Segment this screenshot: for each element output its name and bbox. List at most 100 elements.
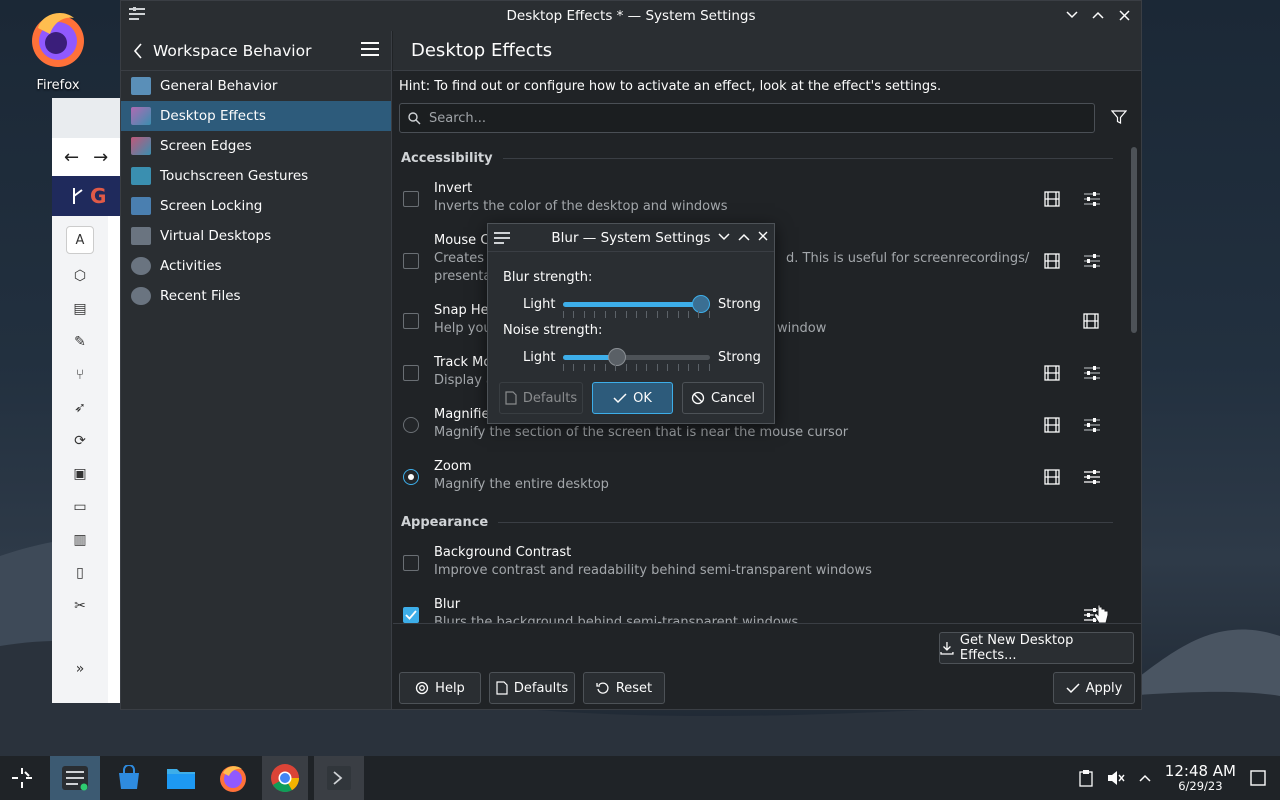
strong-label: Strong xyxy=(718,350,761,365)
sidebar-item-label: Touchscreen Gestures xyxy=(160,168,309,184)
video-icon[interactable] xyxy=(1044,191,1060,207)
help-button[interactable]: Help xyxy=(399,672,481,704)
list-scrollbar[interactable] xyxy=(1131,147,1137,333)
application-launcher[interactable] xyxy=(0,756,44,800)
sidebar-item-screen-locking[interactable]: Screen Locking xyxy=(121,191,391,221)
volume-muted-icon[interactable] xyxy=(1107,770,1125,786)
magnifier-radio[interactable] xyxy=(403,417,419,433)
sidebar-item-screen-edges[interactable]: Screen Edges xyxy=(121,131,391,161)
taskbar-terminal[interactable] xyxy=(314,756,364,800)
shield-icon[interactable]: ⬡ xyxy=(68,264,92,287)
configure-icon[interactable] xyxy=(1083,191,1101,207)
refresh-icon[interactable]: ⟳ xyxy=(68,429,92,452)
sidebar-item-virtual-desktops[interactable]: Virtual Desktops xyxy=(121,221,391,251)
blur-checkbox[interactable] xyxy=(403,607,419,623)
reset-button[interactable]: Reset xyxy=(583,672,665,704)
video-icon[interactable] xyxy=(1083,313,1099,329)
effect-row-invert[interactable]: Invert Inverts the color of the desktop … xyxy=(393,175,1129,227)
taskbar-system-settings[interactable] xyxy=(50,756,100,800)
minimize-chevron-icon[interactable] xyxy=(1063,6,1081,24)
configure-icon[interactable] xyxy=(1083,469,1101,485)
tray-expand-chevron-icon[interactable] xyxy=(1139,774,1151,782)
maximize-chevron-icon[interactable] xyxy=(1089,6,1107,24)
noise-strength-slider[interactable] xyxy=(563,348,710,366)
taskbar-chrome[interactable] xyxy=(262,756,308,800)
search-input[interactable]: Search... xyxy=(399,103,1095,133)
track-mouse-checkbox[interactable] xyxy=(403,365,419,381)
clock[interactable]: 12:48 AM 6/29/23 xyxy=(1165,763,1236,792)
rocket-icon[interactable]: ➶ xyxy=(68,396,92,419)
background-browser-window[interactable]: ← → G A ⬡ ▤ ✎ ⑂ ➶ ⟳ ▣ ▭ ▥ ▯ ✂ » xyxy=(52,98,122,703)
video-icon[interactable] xyxy=(1044,417,1060,433)
package-icon[interactable]: ▣ xyxy=(68,462,92,485)
effect-name: Snap Hel xyxy=(434,303,493,318)
book-icon[interactable]: ▯ xyxy=(68,561,92,584)
close-icon[interactable] xyxy=(758,229,768,245)
effect-row-background-contrast[interactable]: Background Contrast Improve contrast and… xyxy=(393,539,1129,591)
back-chevron-icon[interactable] xyxy=(133,42,143,59)
sidebar-item-desktop-effects[interactable]: Desktop Effects xyxy=(121,101,391,131)
effect-row-blur[interactable]: Blur Blurs the background behind semi-tr… xyxy=(393,591,1129,623)
get-new-effects-button[interactable]: Get New Desktop Effects... xyxy=(939,632,1134,664)
snap-helper-checkbox[interactable] xyxy=(403,313,419,329)
chart-icon[interactable]: ▥ xyxy=(68,528,92,551)
system-tray: 12:48 AM 6/29/23 xyxy=(1079,756,1280,800)
taskbar-file-manager[interactable] xyxy=(158,756,204,800)
hamburger-menu-icon[interactable] xyxy=(361,42,379,56)
blur-strength-label: Blur strength: xyxy=(503,270,593,285)
git-branch-icon xyxy=(73,188,83,204)
settings-footer: Get New Desktop Effects... Help Defaults… xyxy=(393,623,1141,709)
window-titlebar[interactable]: Desktop Effects * — System Settings xyxy=(121,1,1141,31)
mouse-click-checkbox[interactable] xyxy=(403,253,419,269)
configure-icon[interactable] xyxy=(1083,417,1101,433)
taskbar-firefox[interactable] xyxy=(210,756,256,800)
clipboard-icon[interactable] xyxy=(1079,769,1093,787)
monitor-icon[interactable]: ▭ xyxy=(68,495,92,518)
dialog-cancel-button[interactable]: Cancel xyxy=(682,382,764,414)
document-icon[interactable]: ▤ xyxy=(68,297,92,320)
merge-icon[interactable]: ⑂ xyxy=(68,363,92,386)
sidebar-item-general-behavior[interactable]: General Behavior xyxy=(121,71,391,101)
zoom-radio[interactable] xyxy=(403,469,419,485)
desktop-firefox-shortcut[interactable]: Firefox xyxy=(18,8,98,93)
undo-icon xyxy=(596,682,609,694)
video-icon[interactable] xyxy=(1044,365,1060,381)
sidebar-item-recent-files[interactable]: Recent Files xyxy=(121,281,391,311)
hint-text: Hint: To find out or configure how to ac… xyxy=(399,79,942,94)
scissors-icon[interactable]: ✂ xyxy=(68,594,92,617)
sidebar-item-activities[interactable]: Activities xyxy=(121,251,391,281)
apply-button[interactable]: Apply xyxy=(1053,672,1135,704)
edit-icon[interactable]: ✎ xyxy=(68,330,92,353)
blur-strength-slider[interactable] xyxy=(563,295,711,313)
reset-label: Reset xyxy=(615,680,653,696)
configure-icon[interactable] xyxy=(1083,365,1101,381)
taskbar-discover[interactable] xyxy=(106,756,152,800)
forward-arrow-icon[interactable]: → xyxy=(93,147,108,168)
dialog-ok-button[interactable]: OK xyxy=(592,382,673,414)
effect-row-zoom[interactable]: Zoom Magnify the entire desktop xyxy=(393,453,1129,505)
browser-side-toolbar: A ⬡ ▤ ✎ ⑂ ➶ ⟳ ▣ ▭ ▥ ▯ ✂ » xyxy=(52,216,108,703)
filter-icon[interactable] xyxy=(1111,109,1127,125)
effect-description: Improve contrast and readability behind … xyxy=(434,563,872,578)
expand-icon[interactable]: » xyxy=(68,657,92,680)
show-desktop-icon[interactable] xyxy=(1250,770,1266,786)
sidebar-item-touchscreen-gestures[interactable]: Touchscreen Gestures xyxy=(121,161,391,191)
effect-name: Magnifie xyxy=(434,407,490,422)
screen-edges-icon xyxy=(131,137,151,155)
dialog-defaults-button[interactable]: Defaults xyxy=(499,382,583,414)
invert-checkbox[interactable] xyxy=(403,191,419,207)
video-icon[interactable] xyxy=(1044,469,1060,485)
text-a-icon[interactable]: A xyxy=(66,226,94,254)
background-contrast-checkbox[interactable] xyxy=(403,555,419,571)
configure-icon[interactable] xyxy=(1083,253,1101,269)
sidebar-item-label: Virtual Desktops xyxy=(160,228,272,244)
close-icon[interactable] xyxy=(1115,6,1133,24)
strong-label: Strong xyxy=(718,297,761,312)
dialog-titlebar[interactable]: Blur — System Settings xyxy=(488,224,774,252)
video-icon[interactable] xyxy=(1044,253,1060,269)
page-title: Desktop Effects xyxy=(393,31,1141,71)
maximize-chevron-icon[interactable] xyxy=(738,229,750,245)
minimize-chevron-icon[interactable] xyxy=(718,229,730,245)
defaults-button[interactable]: Defaults xyxy=(489,672,575,704)
back-arrow-icon[interactable]: ← xyxy=(64,147,79,168)
